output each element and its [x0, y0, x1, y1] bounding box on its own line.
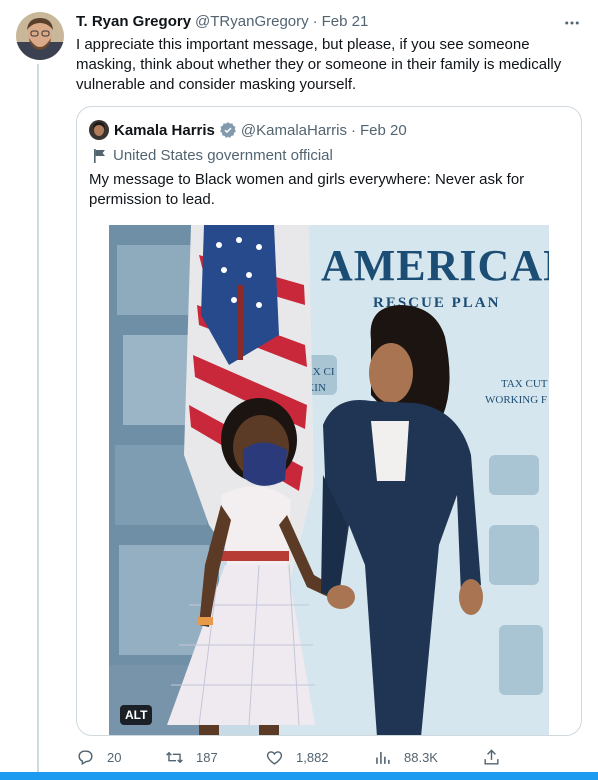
quoted-avatar[interactable] — [89, 120, 109, 140]
more-icon — [565, 21, 579, 25]
retweet-count: 187 — [196, 750, 218, 765]
quoted-separator: · — [351, 121, 356, 139]
views-count: 88.3K — [404, 750, 438, 765]
quoted-header: Kamala Harris @KamalaHarris · Feb 20 — [114, 121, 407, 139]
quoted-handle[interactable]: @KamalaHarris — [241, 122, 347, 139]
panel-right-line-1: TAX CUT — [501, 378, 548, 390]
author-name[interactable]: T. Ryan Gregory — [76, 13, 191, 30]
share-button[interactable] — [482, 748, 501, 767]
photo-illustration: AMERICAN RESCUE PLAN TAX CI RKIN TAX CUT… — [109, 225, 549, 735]
like-button[interactable]: 1,882 — [265, 748, 329, 767]
banner-title: AMERICAN — [321, 241, 549, 290]
more-options-button[interactable] — [558, 9, 586, 37]
like-count: 1,882 — [296, 750, 329, 765]
author-avatar[interactable] — [16, 12, 64, 60]
reply-count: 20 — [107, 750, 122, 765]
bottom-accent-bar — [0, 772, 598, 780]
government-label[interactable]: United States government official — [93, 147, 333, 164]
header-separator: · — [312, 13, 318, 30]
author-handle[interactable]: @TRyanGregory — [195, 13, 309, 30]
thread-line — [37, 64, 39, 780]
tweet-header: T. Ryan Gregory @TRyanGregory · Feb 21 — [76, 13, 368, 30]
reply-icon — [78, 750, 93, 766]
quoted-text: My message to Black women and girls ever… — [89, 171, 525, 208]
heart-icon — [266, 751, 283, 765]
flag-icon — [94, 148, 105, 163]
tweet-date[interactable]: Feb 21 — [322, 13, 369, 30]
quoted-tweet[interactable]: Kamala Harris @KamalaHarris · Feb 20 Uni… — [76, 106, 582, 736]
quoted-author-name[interactable]: Kamala Harris — [114, 122, 215, 139]
quoted-photo[interactable]: AMERICAN RESCUE PLAN TAX CI RKIN TAX CUT… — [109, 225, 549, 735]
share-icon — [484, 749, 499, 765]
panel-right-line-2: WORKING F — [485, 394, 547, 406]
reply-button[interactable]: 20 — [76, 748, 121, 767]
views-icon — [376, 751, 390, 764]
action-bar: 20 187 1,882 88.3K — [76, 748, 506, 770]
tweet-text: I appreciate this important message, but… — [76, 36, 562, 93]
alt-badge[interactable]: ALT — [120, 705, 153, 725]
quoted-date[interactable]: Feb 20 — [360, 122, 407, 139]
verified-badge-icon — [220, 122, 236, 138]
views-button[interactable]: 88.3K — [373, 748, 438, 767]
government-label-text: United States government official — [113, 147, 333, 164]
retweet-icon — [166, 751, 183, 764]
retweet-button[interactable]: 187 — [165, 748, 218, 767]
